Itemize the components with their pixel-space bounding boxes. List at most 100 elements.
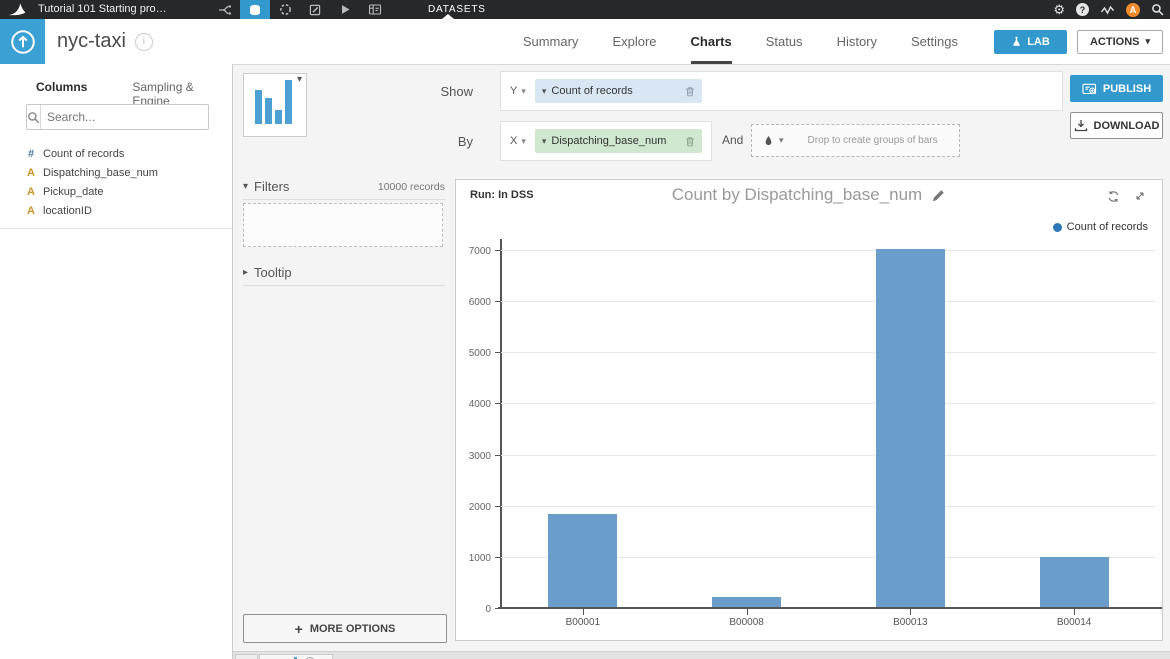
publish-button[interactable]: PUBLISH — [1070, 75, 1163, 102]
column-item-locationid[interactable]: A locationID — [26, 201, 222, 220]
bar — [712, 597, 781, 607]
numeric-type-icon: # — [26, 148, 36, 160]
gridline — [501, 455, 1156, 456]
download-button[interactable]: DOWNLOAD — [1070, 112, 1163, 139]
x-axis-selector[interactable]: X ▾ — [510, 135, 526, 147]
flow-icon[interactable] — [210, 0, 240, 19]
y-tick-label: 7000 — [469, 246, 491, 257]
tab-summary[interactable]: Summary — [523, 19, 579, 64]
by-label: By — [421, 134, 473, 149]
bar — [1040, 557, 1109, 607]
string-type-icon: A — [26, 167, 36, 179]
chart-legend[interactable]: Count of records — [1053, 221, 1148, 233]
y-tick — [495, 250, 501, 251]
dataiku-logo-icon[interactable] — [6, 2, 28, 17]
chevron-down-icon: ▾ — [779, 135, 784, 146]
notebooks-icon[interactable] — [300, 0, 330, 19]
help-icon[interactable]: ? — [1076, 3, 1089, 16]
chevron-down-icon: ▾ — [521, 136, 526, 147]
dataset-header: nyc-taxi i Summary Explore Charts Status… — [0, 19, 1170, 65]
column-item-pickup-date[interactable]: A Pickup_date — [26, 182, 222, 201]
columns-sidebar: Columns Sampling & Engine # Count of rec… — [0, 64, 233, 659]
y-axis-selector[interactable]: Y ▾ — [510, 85, 526, 97]
dashboards-icon[interactable] — [360, 0, 390, 19]
y-tick-label: 1000 — [469, 553, 491, 564]
chart-plot: 01000200030004000500060007000B00001B0000… — [501, 239, 1156, 609]
chevron-down-icon: ▾ — [1145, 36, 1150, 47]
y-tick — [495, 506, 501, 507]
caret-right-icon: ▸ — [243, 267, 248, 278]
y-field-pill[interactable]: ▾ Count of records — [535, 79, 702, 103]
avatar[interactable]: A — [1126, 3, 1140, 17]
breadcrumb-datasets[interactable]: DATASETS — [428, 0, 486, 19]
plus-icon: + — [295, 621, 303, 637]
x-axis-label: B00001 — [566, 617, 600, 628]
dss-charts-screen: Tutorial 101 Starting pro… DATASETS — [0, 0, 1170, 659]
search-icon[interactable] — [1151, 3, 1164, 16]
column-search — [26, 104, 209, 130]
caret-down-icon: ▾ — [243, 181, 248, 192]
bar — [876, 249, 945, 607]
more-options-button[interactable]: + MORE OPTIONS — [243, 614, 447, 643]
y-tick-label: 3000 — [469, 451, 491, 462]
y-tick — [495, 557, 501, 558]
filters-section-header[interactable]: ▾ Filters 10000 records — [243, 178, 445, 200]
datasets-icon[interactable] — [240, 0, 270, 19]
y-tick — [495, 352, 501, 353]
topbar-right-icons: ⚙ ? A — [1053, 0, 1164, 19]
expand-icon[interactable] — [1134, 190, 1146, 203]
trash-icon[interactable] — [685, 86, 695, 97]
chart-title-row: Count by Dispatching_base_num — [456, 185, 1162, 205]
publish-icon — [1082, 83, 1097, 95]
tab-settings[interactable]: Settings — [911, 19, 958, 64]
tab-status[interactable]: Status — [766, 19, 803, 64]
edit-pencil-icon[interactable] — [931, 188, 946, 203]
filters-dropzone[interactable] — [243, 203, 443, 247]
tab-history[interactable]: History — [837, 19, 877, 64]
chevron-down-icon: ▾ — [297, 74, 302, 85]
legend-dot-icon — [1053, 223, 1062, 232]
download-icon — [1074, 119, 1088, 132]
gridline — [501, 250, 1156, 251]
column-item-dispatching-base-num[interactable]: A Dispatching_base_num — [26, 163, 222, 182]
show-label: Show — [421, 84, 473, 99]
jobs-play-icon[interactable] — [330, 0, 360, 19]
recipes-icon[interactable] — [270, 0, 300, 19]
x-tick — [583, 609, 584, 615]
x-tick — [1074, 609, 1075, 615]
tooltip-section-header[interactable]: ▸ Tooltip — [243, 264, 445, 286]
info-icon[interactable]: i — [135, 33, 153, 51]
string-type-icon: A — [26, 205, 36, 217]
y-axis-line — [500, 239, 502, 609]
x-field-pill[interactable]: ▾ Dispatching_base_num — [535, 129, 702, 153]
refresh-icon[interactable] — [1107, 190, 1120, 203]
legend-label: Count of records — [1067, 221, 1148, 233]
dataset-tabs: Summary Explore Charts Status History Se… — [523, 19, 958, 64]
x-axis-label: B00014 — [1057, 617, 1091, 628]
group-dropzone[interactable]: ▾ Drop to create groups of bars — [751, 124, 960, 157]
y-tick-label: 6000 — [469, 297, 491, 308]
chart-title: Count by Dispatching_base_num — [672, 185, 922, 205]
top-nav — [210, 0, 390, 19]
search-input[interactable] — [41, 110, 208, 124]
chart-thumbnail-tab[interactable] — [259, 654, 333, 659]
gridline — [501, 301, 1156, 302]
y-tick-label: 5000 — [469, 348, 491, 359]
tab-explore[interactable]: Explore — [612, 19, 656, 64]
chart-type-picker[interactable]: ▾ — [243, 73, 307, 137]
project-title[interactable]: Tutorial 101 Starting pro… — [38, 0, 167, 19]
divider — [0, 228, 232, 229]
column-item-count-of-records[interactable]: # Count of records — [26, 144, 222, 163]
tab-charts[interactable]: Charts — [691, 19, 732, 64]
activity-icon[interactable] — [1100, 5, 1115, 15]
x-axis-label: B00008 — [729, 617, 763, 628]
actions-button[interactable]: ACTIONS ▾ — [1077, 30, 1163, 54]
and-label: And — [722, 133, 743, 147]
chart-tabs-menu-button[interactable] — [235, 654, 258, 659]
lab-button[interactable]: LAB — [994, 30, 1067, 54]
bar-chart-type-icon — [255, 80, 292, 124]
gear-icon[interactable]: ⚙ — [1053, 3, 1065, 16]
trash-icon[interactable] — [685, 136, 695, 147]
chart-tabs-strip — [233, 651, 1170, 659]
y-tick — [495, 608, 501, 609]
